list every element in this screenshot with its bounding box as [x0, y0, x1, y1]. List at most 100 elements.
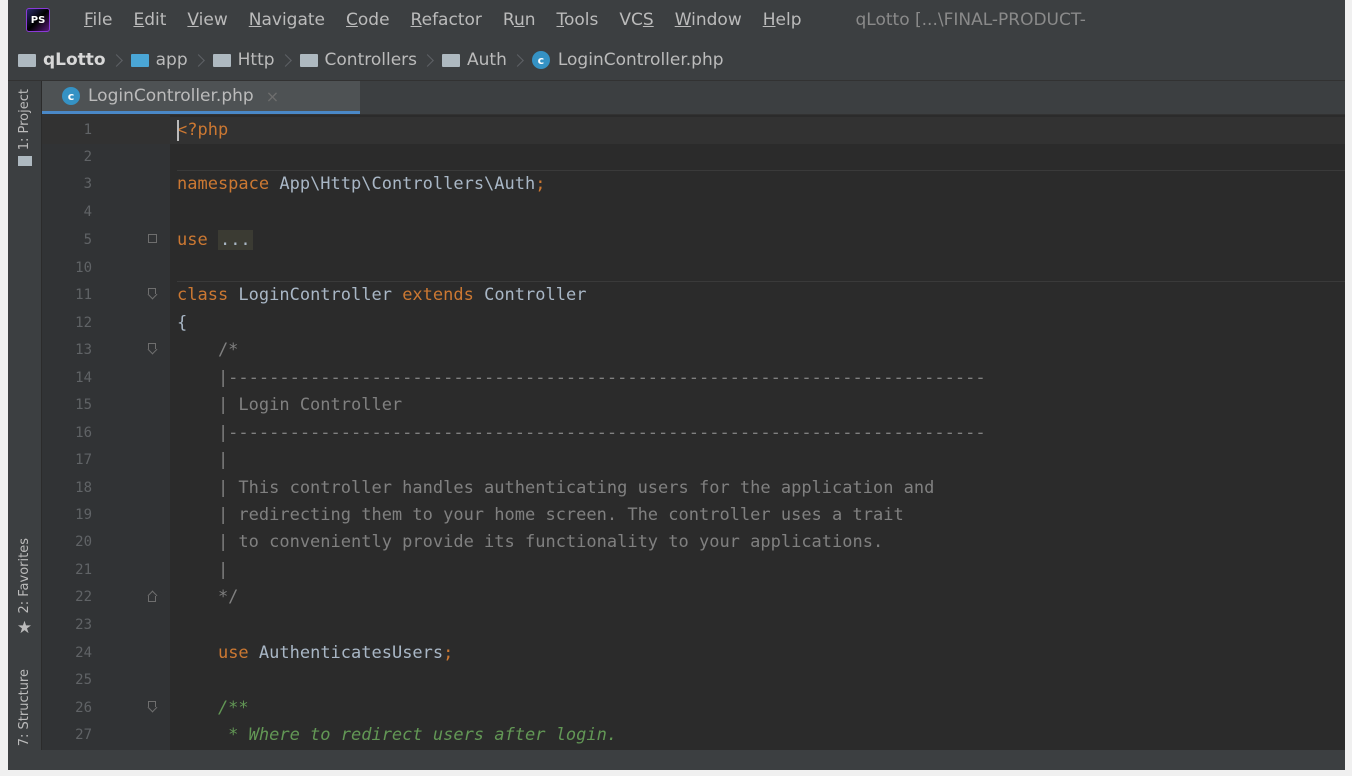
breadcrumb-item-file[interactable]: c LoginController.php: [531, 50, 724, 70]
code-line[interactable]: 25: [42, 667, 1345, 694]
fold-collapse-icon[interactable]: [148, 343, 158, 355]
code-text: class LoginController extends Controller: [177, 285, 587, 305]
menu-file[interactable]: File: [84, 10, 112, 30]
fold-expand-icon[interactable]: [148, 234, 157, 243]
code-line[interactable]: 22 */: [42, 584, 1345, 611]
code-line[interactable]: 5 use ...: [42, 227, 1345, 254]
code-line[interactable]: 1 <?php: [42, 117, 1345, 144]
favorites-tool-button[interactable]: 2: Favorites ★: [8, 538, 41, 638]
breadcrumb-item-controllers[interactable]: Controllers: [299, 50, 418, 70]
menu-edit[interactable]: Edit: [133, 10, 166, 30]
breadcrumb-item-http[interactable]: Http: [212, 50, 275, 70]
code-text: | This controller handles authenticating…: [177, 478, 935, 498]
folded-imports[interactable]: ...: [217, 230, 253, 250]
structure-tool-label: 7: Structure: [17, 669, 32, 747]
line-number: 11: [75, 287, 92, 303]
chevron-right-icon: [109, 53, 123, 67]
source-folder-icon: [130, 53, 149, 67]
code-line[interactable]: 21 |: [42, 557, 1345, 584]
code-line[interactable]: 13 /*: [42, 337, 1345, 364]
menu-navigate[interactable]: Navigate: [249, 10, 325, 30]
code-line[interactable]: 19 | redirecting them to your home scree…: [42, 502, 1345, 529]
breadcrumb-label: LoginController.php: [557, 50, 724, 70]
breadcrumb-item-app[interactable]: app: [130, 50, 188, 70]
menu-help[interactable]: Help: [763, 10, 802, 30]
ide-window: PS File Edit View Navigate Code Refactor…: [8, 0, 1345, 770]
chevron-right-icon: [278, 53, 292, 67]
chevron-right-icon: [191, 53, 205, 67]
code-line[interactable]: 16 |------------------------------------…: [42, 420, 1345, 447]
code-text: <?php: [177, 120, 229, 140]
chevron-right-icon: [421, 53, 434, 67]
breadcrumb-label: Controllers: [324, 50, 418, 70]
code-line[interactable]: 14 |------------------------------------…: [42, 365, 1345, 392]
star-icon: ★: [16, 617, 33, 638]
menu-run[interactable]: Run: [503, 10, 536, 30]
line-number: 2: [83, 149, 92, 165]
php-class-icon: c: [62, 87, 80, 105]
line-number: 18: [75, 480, 92, 496]
code-line[interactable]: 24 use AuthenticatesUsers;: [42, 640, 1345, 667]
menu-refactor[interactable]: Refactor: [411, 10, 482, 30]
code-line[interactable]: 23: [42, 612, 1345, 639]
menu-vcs[interactable]: VCS: [619, 10, 653, 30]
code-text: use AuthenticatesUsers;: [217, 643, 454, 663]
menu-window[interactable]: Window: [675, 10, 742, 30]
code-line[interactable]: 12 {: [42, 310, 1345, 337]
close-icon[interactable]: ×: [266, 87, 279, 106]
code-text: |: [177, 450, 229, 470]
breadcrumb-label: Http: [237, 50, 275, 70]
line-number: 14: [75, 370, 92, 386]
code-line[interactable]: 3 namespace App\Http\Controllers\Auth;: [42, 171, 1345, 198]
line-number: 26: [75, 700, 92, 716]
line-number: 10: [75, 260, 92, 276]
fold-end-icon[interactable]: [148, 592, 158, 604]
code-line[interactable]: 4: [42, 199, 1345, 226]
code-line[interactable]: 15 | Login Controller: [42, 392, 1345, 419]
code-line[interactable]: 11 class LoginController extends Control…: [42, 282, 1345, 309]
code-text: /*: [177, 340, 239, 360]
left-tool-strip: 1: Project 2: Favorites ★ 7: Structure: [8, 81, 42, 770]
line-number: 5: [83, 232, 92, 248]
folder-icon: [17, 156, 32, 167]
code-line[interactable]: 10: [42, 255, 1345, 282]
code-line[interactable]: 17 |: [42, 447, 1345, 474]
line-number: 25: [75, 672, 92, 688]
code-editor[interactable]: 1 <?php 2 3 namespace App\Http\Controlle…: [42, 115, 1345, 770]
chevron-right-icon: [510, 53, 524, 67]
line-number: 15: [75, 397, 92, 413]
editor-tab-bar: c LoginController.php ×: [42, 81, 1345, 115]
code-text: /**: [177, 698, 249, 718]
line-number: 22: [75, 589, 92, 605]
line-number: 4: [83, 204, 92, 220]
code-line[interactable]: 18 | This controller handles authenticat…: [42, 475, 1345, 502]
code-line[interactable]: 2: [42, 144, 1345, 171]
code-line[interactable]: 26 /**: [42, 695, 1345, 722]
fold-collapse-icon[interactable]: [148, 288, 158, 300]
line-number: 24: [75, 645, 92, 661]
folder-icon: [299, 53, 318, 67]
menu-code[interactable]: Code: [346, 10, 390, 30]
code-text: */: [177, 587, 239, 607]
line-number: 13: [75, 342, 92, 358]
structure-tool-button[interactable]: 7: Structure: [8, 669, 41, 762]
line-number: 17: [75, 452, 92, 468]
project-tool-button[interactable]: 1: Project: [8, 89, 41, 167]
code-text: | redirecting them to your home screen. …: [177, 505, 904, 525]
code-line[interactable]: 20 | to conveniently provide its functio…: [42, 529, 1345, 556]
code-text: namespace App\Http\Controllers\Auth;: [177, 174, 546, 194]
text-caret: [177, 120, 179, 141]
line-number: 3: [83, 176, 92, 192]
fold-collapse-icon[interactable]: [148, 701, 158, 713]
window-title: qLotto [...\FINAL-PRODUCT-: [855, 10, 1086, 30]
breadcrumb-item-auth[interactable]: Auth: [442, 50, 507, 70]
code-line[interactable]: 27 * Where to redirect users after login…: [42, 722, 1345, 749]
menu-view[interactable]: View: [187, 10, 227, 30]
php-class-icon: c: [531, 51, 550, 69]
breadcrumb-item-project[interactable]: qLotto: [18, 50, 106, 70]
tab-login-controller[interactable]: c LoginController.php ×: [42, 81, 360, 114]
code-text: |---------------------------------------…: [177, 423, 986, 443]
menu-bar: PS File Edit View Navigate Code Refactor…: [8, 0, 1345, 40]
phpstorm-logo-icon: PS: [26, 8, 50, 32]
menu-tools[interactable]: Tools: [557, 10, 599, 30]
